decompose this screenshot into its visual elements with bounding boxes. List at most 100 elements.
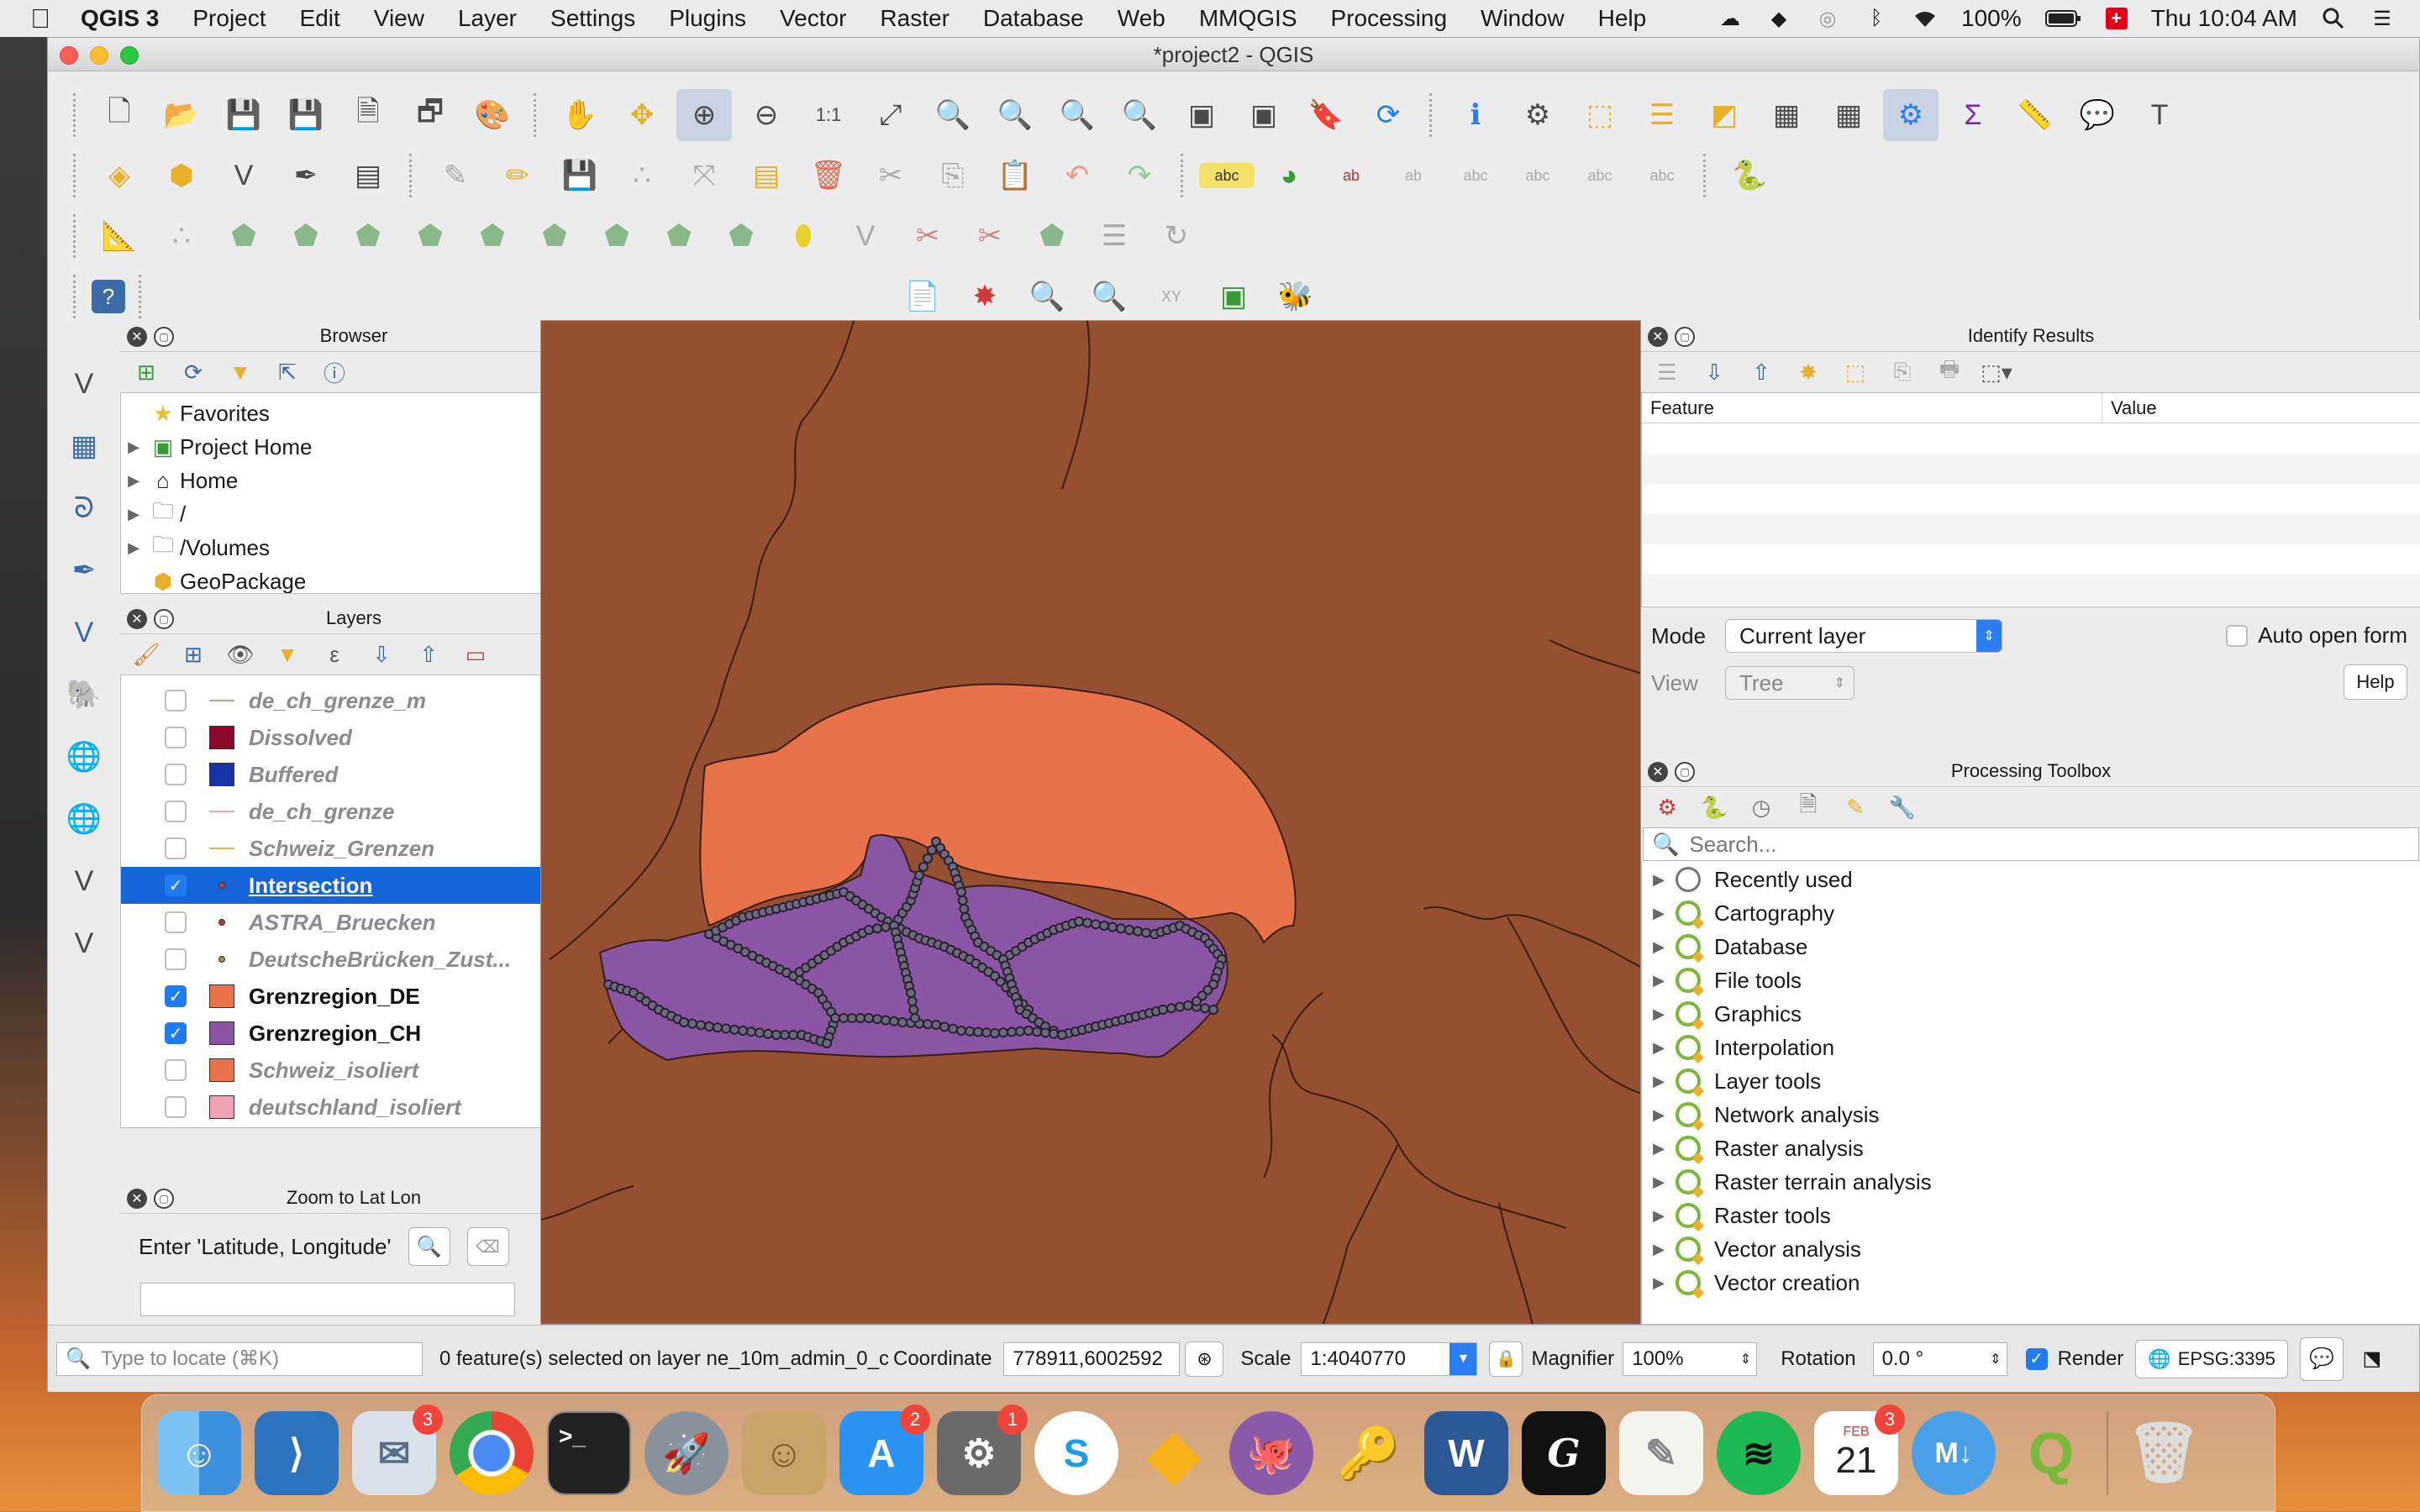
toggle-extents-icon[interactable]: ⊛	[1185, 1341, 1224, 1377]
view-select[interactable]: Tree ⇕	[1725, 666, 1854, 700]
layer-row[interactable]: deutschland_isoliert	[121, 1089, 587, 1126]
zoom-to-latlon-button[interactable]: 🔍	[408, 1227, 450, 1266]
menu-vector[interactable]: Vector	[780, 5, 846, 32]
add-wfs-layer-icon[interactable]: V	[55, 854, 113, 908]
menu-help[interactable]: Help	[1598, 5, 1647, 32]
layer-diagram-icon[interactable]: ◕	[1261, 150, 1317, 202]
identify-mode-select-icon[interactable]: ⬚▾	[1979, 355, 2014, 389]
highlight-pinned-labels-icon[interactable]: ab	[1386, 150, 1441, 202]
layer-symbol-icon[interactable]	[208, 1058, 235, 1083]
expand-arrow-icon[interactable]: ▶	[1642, 1140, 1676, 1158]
processing-group-item[interactable]: ▶ Raster tools	[1642, 1199, 2420, 1232]
statistical-summary-icon[interactable]: Σ	[1945, 89, 2001, 141]
whats-this-help-icon[interactable]: ?	[92, 280, 125, 313]
processing-group-item[interactable]: ▶ Vector creation	[1642, 1266, 2420, 1299]
resize-grip-icon[interactable]: ⬔	[2350, 1337, 2394, 1381]
add-part-icon[interactable]: ⬟	[465, 210, 520, 262]
processing-group-item[interactable]: ▶ Raster analysis	[1642, 1131, 2420, 1165]
new-map-view-icon[interactable]: ▣	[1174, 89, 1229, 141]
crs-button[interactable]: 🌐 EPSG:3395	[2135, 1339, 2288, 1378]
new-bookmark-icon[interactable]: 🔖	[1298, 89, 1354, 141]
layer-row[interactable]: ✓ Intersection	[121, 867, 587, 904]
python-console-icon[interactable]: 🐍	[1722, 150, 1777, 202]
layer-symbol-icon[interactable]	[208, 984, 235, 1009]
menu-processing[interactable]: Processing	[1331, 5, 1448, 32]
expand-arrow-icon[interactable]: ▶	[1642, 1274, 1676, 1292]
add-selected-layers-icon[interactable]: ⊞	[129, 355, 164, 389]
system-preferences-icon[interactable]: ⚙ 1	[937, 1404, 1028, 1495]
column-header-feature[interactable]: Feature	[1642, 393, 2102, 423]
vscode-icon[interactable]: ⟩	[255, 1411, 339, 1495]
processing-group-item[interactable]: ▶ File tools	[1642, 963, 2420, 997]
pan-map-icon[interactable]: ✋	[552, 89, 608, 141]
save-project-icon[interactable]: 💾	[216, 89, 271, 141]
skype-icon[interactable]: S	[1034, 1411, 1118, 1495]
window-minimize-button[interactable]	[90, 46, 108, 65]
apple-menu-icon[interactable]: 	[30, 3, 81, 34]
current-edits-icon[interactable]: ✎	[428, 150, 483, 202]
add-circle-icon[interactable]: ∴	[154, 210, 209, 262]
layer-visibility-checkbox[interactable]	[165, 764, 187, 785]
text-annotation-icon[interactable]: T	[2132, 89, 2187, 141]
vertex-tool-icon[interactable]: ⤧	[676, 150, 732, 202]
map-canvas[interactable]	[540, 320, 1641, 1325]
word-icon[interactable]: W	[1424, 1411, 1508, 1495]
menu-edit[interactable]: Edit	[300, 5, 340, 32]
layer-row[interactable]: ✓ Grenzregion_DE	[121, 978, 587, 1015]
macdown-icon[interactable]: M↓	[1912, 1411, 1996, 1495]
advanced-digitizing-icon[interactable]: 📐	[92, 210, 147, 262]
show-hide-labels-icon[interactable]: abc	[1448, 150, 1503, 202]
copy-feature-icon[interactable]: ⎘	[1885, 355, 1920, 389]
menu-window[interactable]: Window	[1481, 5, 1565, 32]
expand-arrow-icon[interactable]: ▶	[1642, 1106, 1676, 1124]
battery-icon[interactable]	[2044, 8, 2082, 29]
copy-features-icon[interactable]: ⎘	[925, 150, 981, 202]
history-icon[interactable]: ◷	[1744, 790, 1779, 824]
contacts-icon[interactable]: ☺	[742, 1411, 826, 1495]
sync-icon[interactable]: ◎	[1815, 8, 1840, 30]
browser-item-home[interactable]: ▶ ⌂ Home	[121, 464, 587, 497]
add-ring-icon[interactable]: ⬟	[402, 210, 458, 262]
help-button[interactable]: Help	[2344, 664, 2407, 700]
sketch-icon[interactable]: ◆	[1132, 1411, 1216, 1495]
notification-center-icon[interactable]: ☰	[2370, 8, 2395, 30]
layer-symbol-icon[interactable]	[208, 799, 235, 824]
layer-symbol-icon[interactable]	[208, 762, 235, 787]
processing-group-item[interactable]: ▶ Recently used	[1642, 863, 2420, 896]
layer-row[interactable]: Schweiz_Grenzen	[121, 830, 587, 867]
menu-web[interactable]: Web	[1118, 5, 1165, 32]
open-layer-styling-icon[interactable]: 🖌	[129, 638, 164, 671]
zoom-to-layer-icon[interactable]: 🔍	[987, 89, 1043, 141]
expand-arrow-icon[interactable]: ▶	[121, 539, 146, 557]
expand-arrow-icon[interactable]: ▶	[1642, 972, 1676, 990]
browser-item-root[interactable]: ▶ 🗀 /	[121, 497, 587, 531]
textedit-icon[interactable]: ✎	[1619, 1411, 1703, 1495]
expand-new-results-icon[interactable]: ✸	[1791, 355, 1826, 389]
mail-icon[interactable]: ✉ 3	[352, 1404, 443, 1495]
toggle-editing-icon[interactable]: ✏	[490, 150, 545, 202]
close-panel-icon[interactable]: ✕	[127, 609, 147, 629]
menu-view[interactable]: View	[374, 5, 424, 32]
processing-toolbox-icon[interactable]: ⚙	[1883, 89, 1939, 141]
coordinate-input[interactable]: 778911,6002592	[1003, 1341, 1181, 1376]
rotation-input[interactable]: 0.0 ° ⇕	[1872, 1341, 2007, 1376]
add-virtual-layer-icon[interactable]: V	[55, 916, 113, 970]
processing-group-item[interactable]: ▶ Raster terrain analysis	[1642, 1165, 2420, 1199]
undo-icon[interactable]: ↶	[1050, 150, 1105, 202]
creative-cloud-icon[interactable]: ☁	[1718, 8, 1743, 30]
layer-visibility-checkbox[interactable]	[165, 1059, 187, 1081]
layout-manager-icon[interactable]: 🗗	[402, 89, 458, 141]
pan-to-selection-icon[interactable]: ✥	[614, 89, 670, 141]
expand-arrow-icon[interactable]: ▶	[1642, 1073, 1676, 1090]
zoom-last-icon[interactable]: 🔍	[1050, 89, 1105, 141]
calendar-icon[interactable]: FEB 21 3	[1814, 1404, 1905, 1495]
clear-results-icon[interactable]: ⬚	[1838, 355, 1873, 389]
deselect-all-icon[interactable]: ◩	[1697, 89, 1752, 141]
trash-icon[interactable]: 🗑	[2122, 1411, 2206, 1495]
processing-search-input[interactable]: 🔍 Search...	[1643, 827, 2419, 861]
layer-visibility-checkbox[interactable]	[165, 727, 187, 748]
heatmap-icon[interactable]: ✸	[957, 270, 1013, 323]
terminal-icon[interactable]: >_	[547, 1411, 631, 1495]
open-attribute-table-icon[interactable]: ▦	[1759, 89, 1814, 141]
processing-group-item[interactable]: ▶ Layer tools	[1642, 1064, 2420, 1098]
